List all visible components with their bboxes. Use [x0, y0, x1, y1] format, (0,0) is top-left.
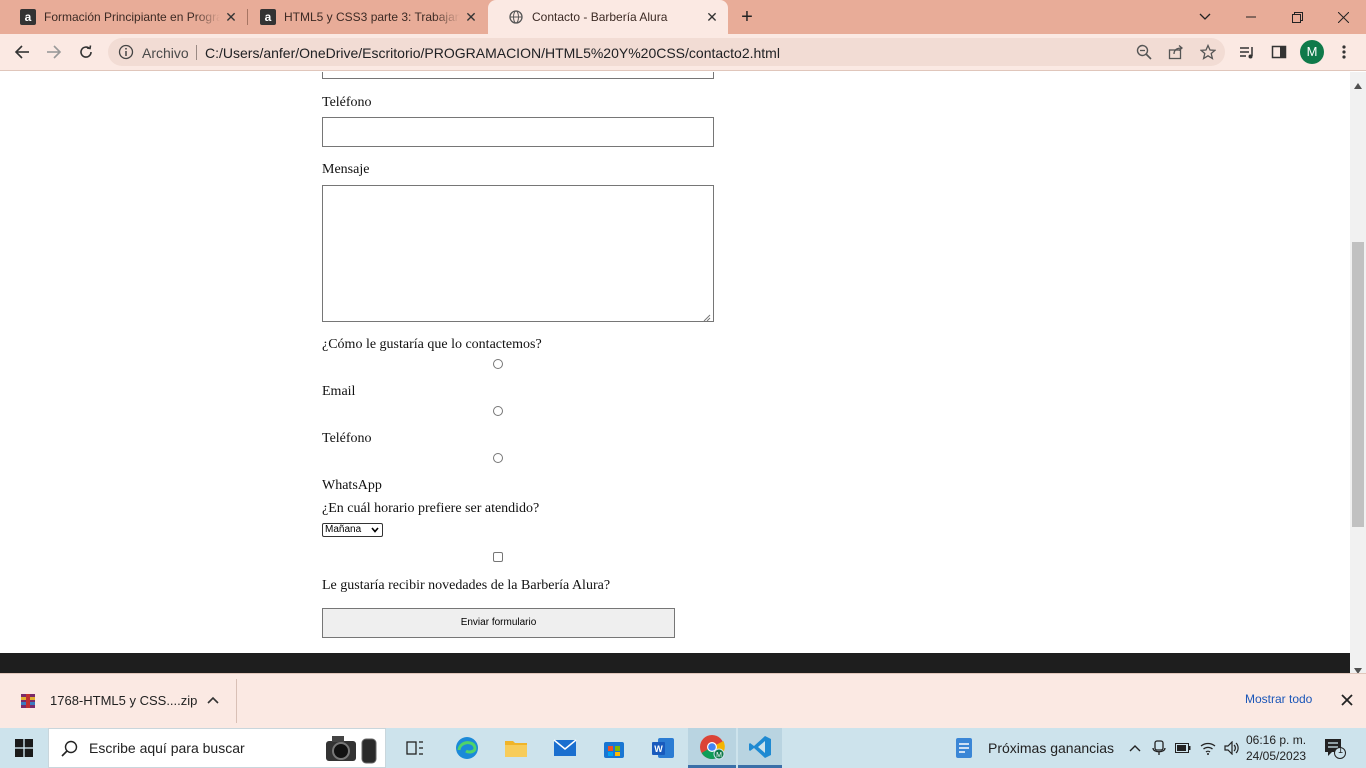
file-explorer-icon[interactable] — [494, 728, 538, 768]
alura-a-icon: a — [260, 9, 276, 25]
reload-button[interactable] — [73, 39, 99, 65]
divider — [196, 45, 197, 60]
horario-question: ¿En cuál horario prefiere ser atendido? — [322, 501, 540, 516]
svg-text:W: W — [654, 744, 663, 754]
tab-html5-css3[interactable]: a HTML5 y CSS3 parte 3: Trabajando con f… — [240, 0, 487, 34]
search-placeholder: Escribe aquí para buscar — [89, 740, 245, 756]
radio-telefono[interactable] — [493, 406, 503, 416]
volume-icon[interactable] — [1220, 728, 1244, 768]
divider — [236, 679, 237, 723]
show-all-downloads-link[interactable]: Mostrar todo — [1245, 692, 1312, 706]
horario-selected-value: Mañana — [325, 524, 362, 535]
task-view-icon[interactable] — [395, 728, 435, 768]
tab-contacto[interactable]: Contacto - Barbería Alura ✕ — [488, 0, 728, 34]
address-bar[interactable]: Archivo C:/Users/anfer/OneDrive/Escritor… — [108, 38, 1225, 66]
submit-button[interactable]: Enviar formulario — [322, 608, 675, 638]
url-text[interactable]: C:/Users/anfer/OneDrive/Escritorio/PROGR… — [205, 45, 780, 61]
radio-whatsapp[interactable] — [493, 453, 503, 463]
scheme-label: Archivo — [142, 45, 189, 61]
tab-strip: a Formación Principiante en Programación… — [0, 0, 1366, 34]
taskbar-search[interactable]: Escribe aquí para buscar — [48, 728, 386, 768]
telefono-field[interactable] — [322, 117, 714, 147]
back-button[interactable] — [9, 39, 35, 65]
clock-date: 24/05/2023 — [1246, 749, 1307, 763]
radio-email[interactable] — [493, 359, 503, 369]
notifications-button[interactable]: 1 — [1318, 728, 1352, 768]
mail-icon[interactable] — [543, 728, 587, 768]
download-shelf: 1768-HTML5 y CSS....zip Mostrar todo — [0, 673, 1366, 728]
alura-a-icon: a — [20, 9, 36, 25]
vscode-icon[interactable] — [738, 728, 782, 768]
restore-button[interactable] — [1274, 0, 1320, 34]
chevron-up-icon[interactable] — [206, 693, 220, 707]
mensaje-label: Mensaje — [322, 162, 370, 177]
chevron-down-icon — [371, 526, 379, 534]
edge-icon[interactable] — [445, 728, 489, 768]
page-footer — [0, 653, 1350, 673]
new-tab-button[interactable]: + — [736, 6, 758, 28]
tab-title: HTML5 y CSS3 parte 3: Trabajando con for… — [284, 10, 460, 24]
browser-toolbar: Archivo C:/Users/anfer/OneDrive/Escritor… — [0, 34, 1366, 71]
tab-title: Formación Principiante en Programación — [44, 10, 220, 24]
contact-question: ¿Cómo le gustaría que lo contactemos? — [322, 337, 542, 352]
globe-icon — [508, 9, 524, 25]
mensaje-textarea[interactable] — [322, 185, 714, 322]
widgets-button[interactable]: Próximas ganancias — [948, 728, 1118, 768]
wifi-icon[interactable] — [1196, 728, 1220, 768]
minimize-button[interactable] — [1228, 0, 1274, 34]
page-scrollbar[interactable] — [1350, 72, 1366, 674]
close-shelf-icon[interactable] — [1340, 693, 1354, 707]
newsletter-label: Le gustaría recibir novedades de la Barb… — [322, 578, 611, 593]
tab-formacion[interactable]: a Formación Principiante en Programación… — [0, 0, 247, 34]
scroll-down-arrow-icon[interactable] — [1354, 661, 1362, 674]
share-icon[interactable] — [1168, 44, 1184, 60]
radio-whatsapp-label: WhatsApp — [322, 478, 382, 493]
close-tab-icon[interactable]: ✕ — [463, 9, 479, 25]
widget-text: Próximas ganancias — [988, 740, 1115, 756]
show-hidden-icons-chevron-icon[interactable] — [1124, 728, 1146, 768]
windows-logo-icon — [15, 739, 33, 757]
meet-now-icon[interactable] — [1148, 728, 1170, 768]
windows-taskbar: Escribe aquí para buscar W M Próximas ga… — [0, 728, 1366, 768]
scroll-up-arrow-icon[interactable] — [1354, 76, 1362, 89]
telefono-label: Teléfono — [322, 95, 372, 110]
earnings-widget-icon — [956, 738, 972, 758]
horario-select[interactable]: Mañana — [322, 523, 383, 537]
close-window-button[interactable] — [1320, 0, 1366, 34]
bookmark-star-icon[interactable] — [1199, 43, 1217, 60]
info-icon[interactable] — [118, 44, 134, 60]
search-icon — [61, 740, 78, 762]
profile-avatar[interactable]: M — [1300, 40, 1324, 64]
radio-email-label: Email — [322, 384, 356, 399]
close-tab-icon[interactable]: ✕ — [704, 9, 720, 25]
chrome-icon[interactable]: M — [688, 728, 736, 768]
svg-text:M: M — [716, 752, 722, 759]
tab-search-chevron-icon[interactable] — [1182, 0, 1228, 34]
battery-icon[interactable] — [1172, 728, 1194, 768]
winrar-archive-icon — [20, 693, 36, 709]
close-tab-icon[interactable]: ✕ — [223, 9, 239, 25]
start-button[interactable] — [0, 728, 48, 768]
radio-telefono-label: Teléfono — [322, 431, 372, 446]
resize-handle-icon[interactable] — [703, 311, 711, 322]
side-panel-icon[interactable] — [1266, 39, 1292, 65]
clock-time: 06:16 p. m. — [1246, 733, 1307, 747]
newsletter-checkbox[interactable] — [493, 552, 503, 562]
browser-menu-icon[interactable] — [1331, 39, 1357, 65]
page-viewport: Teléfono Mensaje ¿Cómo le gustaría que l… — [0, 72, 1350, 673]
microsoft-store-icon[interactable] — [592, 728, 636, 768]
notification-count-badge: 1 — [1338, 745, 1344, 755]
media-controls-icon[interactable] — [1234, 39, 1260, 65]
search-highlight-camera-icon — [324, 731, 380, 768]
tab-title: Contacto - Barbería Alura — [532, 10, 668, 24]
clock[interactable]: 06:16 p. m. 24/05/2023 — [1246, 732, 1306, 764]
email-field[interactable] — [322, 72, 714, 79]
zoom-icon[interactable] — [1136, 44, 1152, 60]
word-icon[interactable]: W — [641, 728, 685, 768]
forward-button[interactable] — [41, 39, 67, 65]
scrollbar-thumb[interactable] — [1352, 242, 1364, 527]
download-file-name[interactable]: 1768-HTML5 y CSS....zip — [50, 693, 197, 708]
